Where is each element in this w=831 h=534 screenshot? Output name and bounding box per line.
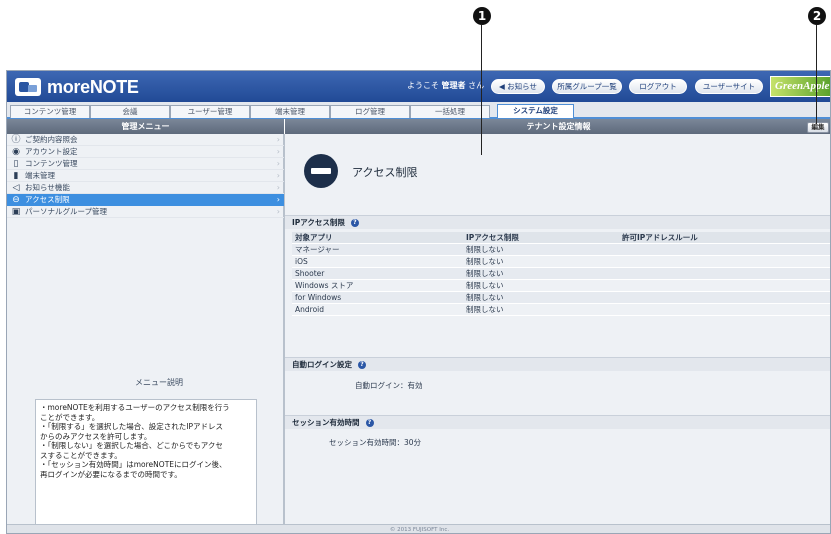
- app-name: moreNOTE: [47, 76, 139, 97]
- chevron-right-icon: ›: [276, 159, 280, 168]
- tab-devices[interactable]: 端末管理: [250, 105, 330, 118]
- user-name: 管理者: [441, 81, 466, 90]
- app-window: moreNOTE ようこそ 管理者 さん ◀ お知らせ 所属グループ一覧 ログア…: [6, 70, 831, 534]
- chevron-right-icon: ›: [276, 207, 280, 216]
- table-row: マネージャー 制限しない: [292, 244, 830, 256]
- footer-copyright: © 2013 FUJISOFT Inc.: [7, 524, 830, 533]
- megaphone-icon: ◀: [498, 82, 505, 91]
- chevron-right-icon: ›: [276, 135, 280, 144]
- menu-description-box: ・moreNOTEを利用するユーザーのアクセス制限を行う ことができます。 ・「…: [35, 399, 257, 533]
- chevron-right-icon: ›: [276, 147, 280, 156]
- user-site-button[interactable]: ユーザーサイト: [695, 79, 763, 94]
- megaphone-icon: ◁: [12, 183, 20, 193]
- tab-meeting[interactable]: 会議: [90, 105, 170, 118]
- callout-2-line: [816, 25, 817, 124]
- tab-logs[interactable]: ログ管理: [330, 105, 410, 118]
- callout-1-line: [481, 25, 482, 155]
- sidebar-item-notices[interactable]: ◁ お知らせ機能 ›: [7, 182, 284, 194]
- morenote-logo-icon: [15, 78, 41, 96]
- group-icon: ▣: [11, 207, 21, 217]
- sidebar-title: 管理メニュー: [7, 119, 284, 134]
- tab-bar: コンテンツ管理 会議 ユーザー管理 端末管理 ログ管理 一括処理 システム設定: [7, 102, 830, 119]
- ip-restriction-table: 対象アプリ IPアクセス制限 許可IPアドレスルール マネージャー 制限しない …: [292, 232, 830, 316]
- tab-users[interactable]: ユーザー管理: [170, 105, 250, 118]
- table-header-row: 対象アプリ IPアクセス制限 許可IPアドレスルール: [292, 232, 830, 244]
- session-time-value: セッション有効時間：30分: [329, 438, 422, 447]
- page-title: アクセス制限: [352, 166, 418, 179]
- partner-logo: GreenApple: [770, 76, 830, 97]
- main-bar: テナント設定情報 編集: [284, 119, 830, 134]
- document-icon: ▯: [13, 159, 19, 169]
- table-row: Android 制限しない: [292, 304, 830, 316]
- sidebar: ⓘ ご契約内容照会 › ◉ アカウント設定 › ▯ コンテンツ管理 › ▮ 端末…: [7, 134, 284, 533]
- sidebar-item-access-restriction[interactable]: ⊖ アクセス制限 ›: [7, 194, 284, 206]
- chevron-right-icon: ›: [276, 195, 280, 204]
- main-panel: アクセス制限 IPアクセス制限? 対象アプリ IPアクセス制限 許可IPアドレス…: [284, 134, 830, 524]
- info-circle-icon: ⓘ: [11, 135, 21, 145]
- sidebar-item-devices[interactable]: ▮ 端末管理 ›: [7, 170, 284, 182]
- sidebar-item-content[interactable]: ▯ コンテンツ管理 ›: [7, 158, 284, 170]
- table-row: for Windows 制限しない: [292, 292, 830, 304]
- chevron-right-icon: ›: [276, 171, 280, 180]
- auto-login-value: 自動ログイン：有効: [355, 381, 423, 390]
- user-circle-icon: ◉: [12, 147, 20, 157]
- session-time-header: セッション有効時間?: [285, 415, 830, 429]
- logout-button[interactable]: ログアウト: [629, 79, 687, 94]
- top-header: moreNOTE ようこそ 管理者 さん ◀ お知らせ 所属グループ一覧 ログア…: [7, 71, 830, 102]
- group-list-button[interactable]: 所属グループ一覧: [552, 79, 622, 94]
- table-row: Shooter 制限しない: [292, 268, 830, 280]
- help-icon[interactable]: ?: [365, 419, 374, 427]
- callout-2: 2: [808, 7, 826, 25]
- help-icon[interactable]: ?: [350, 219, 359, 227]
- tab-content[interactable]: コンテンツ管理: [10, 105, 90, 118]
- table-row: Windows ストア 制限しない: [292, 280, 830, 292]
- edit-button[interactable]: 編集: [807, 122, 829, 133]
- sidebar-item-personal-group[interactable]: ▣ パーソナルグループ管理 ›: [7, 206, 284, 218]
- callout-1: 1: [473, 7, 491, 25]
- welcome-text: ようこそ 管理者 さん: [407, 81, 485, 90]
- menu-description-title: メニュー説明: [135, 378, 183, 387]
- ip-restriction-header: IPアクセス制限?: [285, 215, 830, 229]
- notice-button[interactable]: ◀ お知らせ: [491, 79, 545, 94]
- app-logo[interactable]: moreNOTE: [15, 76, 139, 98]
- tab-system-settings[interactable]: システム設定: [497, 104, 574, 118]
- sidebar-item-contract[interactable]: ⓘ ご契約内容照会 ›: [7, 134, 284, 146]
- no-entry-icon: [304, 154, 338, 188]
- no-entry-icon: ⊖: [12, 195, 20, 205]
- chevron-right-icon: ›: [276, 183, 280, 192]
- main-bar-title: テナント設定情報: [526, 122, 591, 131]
- tablet-icon: ▮: [13, 171, 19, 181]
- auto-login-header: 自動ログイン設定?: [285, 357, 830, 371]
- table-row: iOS 制限しない: [292, 256, 830, 268]
- sidebar-item-account[interactable]: ◉ アカウント設定 ›: [7, 146, 284, 158]
- tab-batch[interactable]: 一括処理: [410, 105, 490, 118]
- help-icon[interactable]: ?: [358, 361, 366, 369]
